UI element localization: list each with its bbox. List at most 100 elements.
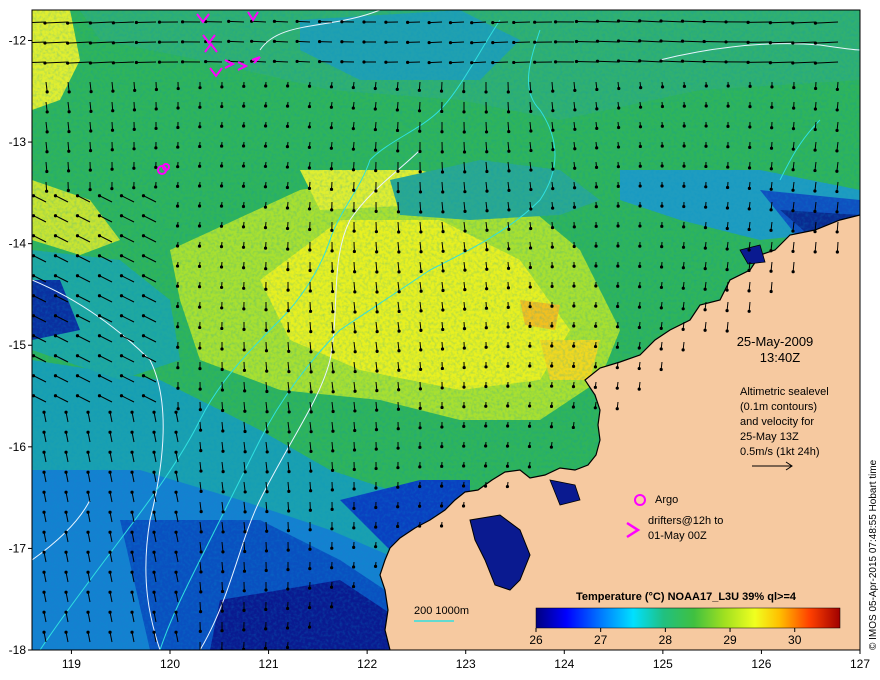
velocity-arrow-head	[66, 61, 70, 65]
velocity-arrow-head	[286, 528, 291, 533]
velocity-arrow-head	[287, 450, 291, 454]
velocity-arrow-head	[340, 40, 344, 44]
velocity-arrow-head	[362, 20, 366, 24]
velocity-arrow-head	[659, 306, 663, 310]
velocity-arrow-head	[484, 306, 489, 310]
velocity-arrow-head	[813, 41, 818, 45]
velocity-arrow-head	[130, 490, 134, 494]
velocity-arrow	[450, 61, 465, 64]
velocity-arrow-head	[418, 190, 423, 194]
velocity-arrow-head	[484, 404, 488, 408]
velocity-arrow-head	[551, 89, 555, 93]
velocity-arrow-head	[396, 427, 400, 431]
velocity-arrow-head	[97, 274, 102, 278]
velocity-arrow-head	[462, 424, 466, 429]
velocity-arrow-head	[331, 390, 335, 394]
velocity-arrow-head	[243, 409, 247, 413]
velocity-arrow-head	[506, 364, 510, 368]
velocity-arrow-head	[571, 385, 576, 389]
velocity-arrow-head	[396, 485, 400, 489]
velocity-arrow-head	[374, 168, 378, 173]
velocity-arrow-head	[682, 164, 686, 168]
velocity-arrow-head	[264, 287, 268, 291]
velocity-arrow-head	[594, 224, 598, 228]
velocity-arrow-head	[659, 347, 663, 351]
velocity-arrow-head	[42, 510, 46, 514]
velocity-arrow-head	[152, 630, 156, 634]
velocity-arrow-head	[286, 587, 290, 591]
velocity-arrow-head	[119, 354, 124, 358]
velocity-arrow-head	[64, 610, 68, 614]
velocity-arrow-head	[263, 246, 268, 250]
velocity-arrow-head	[241, 266, 246, 270]
colorbar-tick-label: 26	[529, 633, 543, 647]
velocity-arrow-head	[219, 265, 224, 269]
velocity-arrow-head	[703, 328, 707, 332]
velocity-arrow-head	[263, 185, 268, 189]
velocity-arrow-head	[791, 41, 795, 45]
velocity-arrow-head	[660, 85, 665, 89]
velocity-arrow-head	[108, 490, 112, 494]
velocity-arrow-head	[725, 206, 730, 210]
velocity-arrow-head	[242, 124, 246, 128]
velocity-arrow-head	[309, 449, 313, 454]
velocity-arrow-head	[264, 349, 269, 353]
velocity-arrow-head	[813, 250, 817, 254]
velocity-arrow-head	[272, 59, 277, 63]
velocity-arrow-head	[264, 267, 268, 271]
velocity-arrow-head	[533, 40, 537, 44]
velocity-arrow-head	[726, 165, 730, 169]
velocity-arrow-head	[353, 409, 357, 413]
velocity-arrow-head	[572, 264, 576, 268]
velocity-arrow-head	[241, 225, 246, 229]
lon-tick-label: 127	[850, 657, 870, 671]
velocity-arrow-head	[791, 229, 795, 233]
velocity-arrow-head	[352, 188, 356, 192]
velocity-arrow-head	[660, 224, 664, 228]
velocity-arrow-head	[45, 90, 49, 94]
velocity-arrow-head	[373, 148, 378, 152]
velocity-arrow-head	[64, 590, 68, 594]
velocity-arrow-head	[152, 430, 156, 434]
velocity-arrow-head	[419, 328, 423, 332]
velocity-arrow-head	[702, 19, 706, 24]
velocity-arrow-head	[308, 289, 312, 293]
velocity-arrow-head	[835, 149, 839, 153]
velocity-arrow-head	[440, 150, 444, 154]
velocity-arrow-head	[307, 125, 312, 129]
velocity-arrow	[471, 61, 487, 64]
velocity-arrow-head	[615, 325, 620, 329]
velocity-arrow-head	[417, 109, 422, 113]
velocity-arrow-head	[308, 309, 313, 313]
velocity-arrow-head	[440, 366, 444, 371]
velocity-arrow-head	[285, 104, 290, 108]
velocity-arrow-head	[53, 234, 58, 238]
velocity-arrow-head	[747, 227, 751, 232]
velocity-arrow-head	[813, 86, 818, 91]
velocity-arrow-head	[417, 524, 422, 528]
velocity-arrow-head	[529, 226, 533, 231]
velocity-arrow-head	[152, 490, 156, 494]
velocity-arrow-head	[133, 88, 137, 92]
velocity-arrow-head	[616, 19, 621, 23]
altimetry-note-line: Altimetric sealevel	[740, 386, 829, 398]
velocity-arrow-head	[485, 267, 489, 271]
velocity-arrow-head	[286, 84, 290, 88]
velocity-arrow-head	[42, 570, 46, 574]
velocity-arrow-head	[551, 148, 555, 152]
velocity-arrow-head	[439, 89, 444, 93]
velocity-arrow-head	[119, 294, 124, 298]
velocity-arrow-head	[637, 366, 641, 371]
velocity-arrow	[492, 21, 509, 24]
velocity-arrow-head	[21, 61, 24, 64]
lon-tick-label: 125	[653, 657, 673, 671]
velocity-arrow-head	[572, 186, 577, 190]
velocity-arrow-head	[174, 630, 178, 634]
velocity-arrow-head	[286, 288, 290, 292]
velocity-arrow-head	[67, 110, 71, 114]
velocity-arrow-head	[507, 129, 511, 134]
velocity-arrow-head	[176, 345, 180, 349]
velocity-arrow-head	[227, 19, 231, 23]
velocity-arrow-head	[309, 370, 313, 374]
colorbar-gradient	[535, 607, 841, 629]
